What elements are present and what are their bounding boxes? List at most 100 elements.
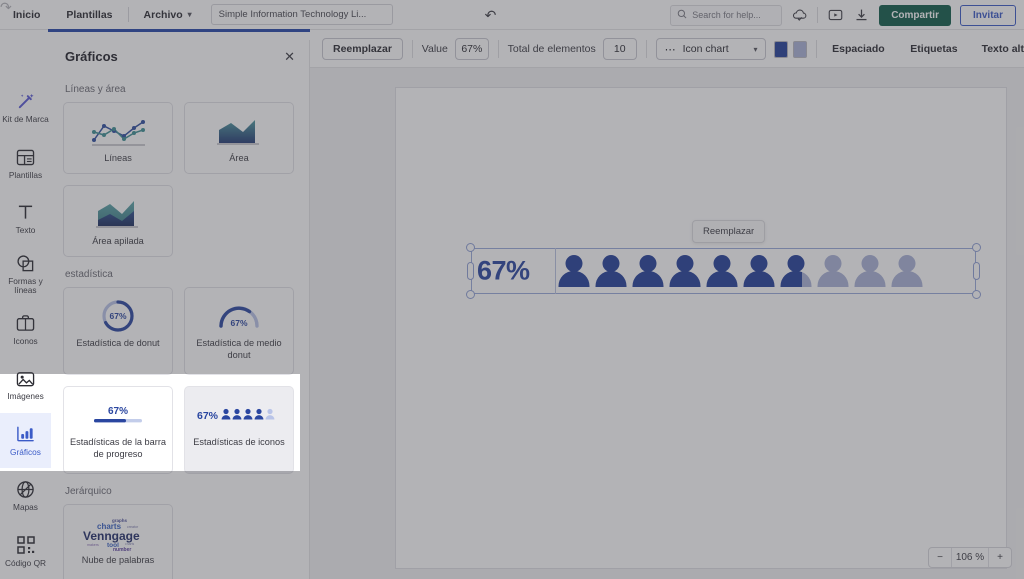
word-cloud-thumb: graphs charts creator Venngage makers to… — [69, 514, 167, 552]
toolbar2-divider-4 — [816, 40, 818, 58]
zoom-out-label: − — [937, 552, 943, 563]
filename-input[interactable]: Simple Information Technology Li... — [210, 4, 393, 25]
chart-card-donut-stat[interactable]: 67% Estadística de donut — [63, 287, 173, 375]
chart-value-label: 67% — [477, 255, 530, 286]
shapes-icon — [16, 253, 35, 274]
chart-card-nube-de-palabras[interactable]: graphs charts creator Venngage makers to… — [63, 504, 173, 579]
svg-text:Venngage: Venngage — [83, 529, 140, 543]
resize-handle-left[interactable] — [467, 262, 474, 280]
chart-card-area-apilada[interactable]: Área apilada — [63, 185, 173, 257]
sidebar-item-mapas[interactable]: Mapas — [0, 468, 51, 523]
charts-panel-body[interactable]: Líneas y área Líneas Área Área apilada e… — [51, 73, 309, 579]
cloud-saved-icon[interactable] — [791, 7, 808, 24]
total-items-input[interactable]: 10 — [602, 38, 637, 60]
replace-button[interactable]: Reemplazar — [322, 38, 403, 60]
share-button[interactable]: Compartir — [879, 4, 951, 26]
menu-archivo-label: Archivo — [143, 8, 183, 21]
globe-icon — [16, 479, 35, 500]
nav-plantillas[interactable]: Plantillas — [53, 0, 125, 30]
alt-text-button[interactable]: Texto alt — [982, 43, 1024, 55]
sidebar-item-formas-y-lineas[interactable]: Formas y líneas — [0, 246, 51, 301]
chart-card-progress-bar-stat-label: Estadísticas de la barra de progreso — [69, 437, 166, 459]
chart-card-area[interactable]: Área — [184, 102, 294, 174]
canvas-area[interactable]: Reemplazar 67% − 106 % + — [310, 68, 1024, 579]
line-chart-thumb — [69, 112, 167, 150]
present-icon[interactable] — [827, 7, 844, 24]
sidebar-item-iconos-label: Iconos — [13, 335, 38, 346]
top-toolbar-right: Search for help... Compartir Invitar — [670, 0, 1016, 30]
chart-options-toolbar: Reemplazar Value 67% Total de elementos … — [310, 31, 1024, 68]
person-icon — [666, 254, 703, 288]
filename-value: Simple Information Technology Li... — [218, 9, 367, 20]
toolbar-divider — [127, 7, 129, 22]
chart-card-grid-lineas: Líneas Área Área apilada — [63, 102, 297, 257]
sidebar-item-plantillas[interactable]: Plantillas — [0, 135, 51, 190]
chart-type-select[interactable]: ⋯ Icon chart ▾ — [655, 38, 767, 60]
menu-archivo[interactable]: Archivo ▾ — [131, 0, 205, 30]
chart-card-icon-stat[interactable]: 67% Estadísticas de iconos — [184, 386, 294, 474]
active-nav-underline — [48, 29, 310, 32]
close-icon[interactable]: ✕ — [284, 50, 295, 63]
design-page[interactable]: Reemplazar 67% — [396, 88, 1006, 568]
sidebar-item-imagenes[interactable]: Imágenes — [0, 357, 51, 412]
zoom-value-label: 106 % — [955, 552, 985, 563]
value-input-text: 67% — [461, 43, 483, 55]
color-swatch-primary[interactable] — [773, 40, 788, 58]
chevron-down-icon: ▾ — [187, 9, 192, 19]
sidebar-item-texto[interactable]: Texto — [0, 191, 51, 246]
chart-card-lineas-label: Líneas — [104, 153, 132, 163]
sidebar-item-iconos[interactable]: Iconos — [0, 302, 51, 357]
charts-panel-title: Gráficos — [65, 49, 118, 64]
spacing-button[interactable]: Espaciado — [832, 43, 885, 55]
nav-inicio-label: Inicio — [13, 8, 41, 21]
value-label: Value — [421, 43, 448, 55]
resize-handle-right[interactable] — [973, 262, 980, 280]
person-icon — [629, 254, 666, 288]
resize-handle-bottom-right[interactable] — [972, 290, 981, 299]
progress-bar-stat-thumb: 67% — [69, 396, 167, 434]
replace-tooltip: Reemplazar — [692, 220, 766, 243]
zoom-out-button[interactable]: − — [929, 548, 951, 567]
qr-icon — [16, 535, 35, 556]
zoom-in-label: + — [997, 552, 1003, 563]
undo-icon[interactable]: ↶ — [485, 8, 497, 22]
color-swatch-secondary[interactable] — [793, 40, 808, 58]
nav-inicio[interactable]: Inicio — [0, 0, 53, 30]
total-items-text: 10 — [613, 43, 626, 55]
resize-handle-bottom-left[interactable] — [466, 290, 475, 299]
resize-handle-top-left[interactable] — [466, 243, 475, 252]
chart-card-progress-bar-stat[interactable]: 67% Estadísticas de la barra de progreso — [63, 386, 173, 474]
svg-text:67%: 67% — [197, 410, 219, 422]
chart-card-half-donut-stat[interactable]: 67% Estadística de medio donut — [184, 287, 294, 375]
resize-handle-top-right[interactable] — [972, 243, 981, 252]
replace-tooltip-label: Reemplazar — [703, 226, 755, 237]
sidebar-item-graficos[interactable]: Gráficos — [0, 412, 51, 469]
sidebar-item-codigo-qr-label: Código QR — [4, 557, 47, 568]
zoom-value[interactable]: 106 % — [951, 548, 989, 567]
search-input[interactable]: Search for help... — [670, 4, 783, 26]
svg-text:67%: 67% — [108, 406, 128, 417]
chevron-down-icon: ▾ — [753, 44, 758, 54]
icon-stat-thumb: 67% — [190, 396, 288, 434]
labels-button[interactable]: Etiquetas — [910, 43, 957, 55]
zoom-in-button[interactable]: + — [989, 548, 1011, 567]
chart-type-value: Icon chart — [682, 43, 729, 55]
toolbar2-divider-3 — [645, 40, 647, 58]
ellipsis-icon: ⋯ — [664, 43, 677, 56]
download-icon[interactable] — [853, 7, 870, 24]
chart-card-area-label: Área — [229, 153, 249, 163]
invite-button[interactable]: Invitar — [959, 4, 1016, 26]
templates-icon — [16, 147, 35, 168]
sidebar-item-kit-de-marca[interactable]: Kit de Marca — [0, 80, 51, 135]
svg-text:makers: makers — [87, 543, 99, 547]
sidebar-item-codigo-qr[interactable]: Código QR — [0, 524, 51, 579]
svg-text:67%: 67% — [230, 318, 247, 328]
value-input[interactable]: 67% — [454, 38, 489, 60]
chart-card-lineas[interactable]: Líneas — [63, 102, 173, 174]
text-icon — [17, 202, 34, 223]
chart-card-half-donut-stat-label: Estadística de medio donut — [196, 338, 282, 360]
icon-chart-widget[interactable]: 67% — [466, 243, 981, 299]
chart-card-donut-stat-label: Estadística de donut — [76, 338, 160, 348]
toolbar2-divider-1 — [411, 40, 413, 58]
chart-card-icon-stat-label: Estadísticas de iconos — [193, 437, 285, 447]
